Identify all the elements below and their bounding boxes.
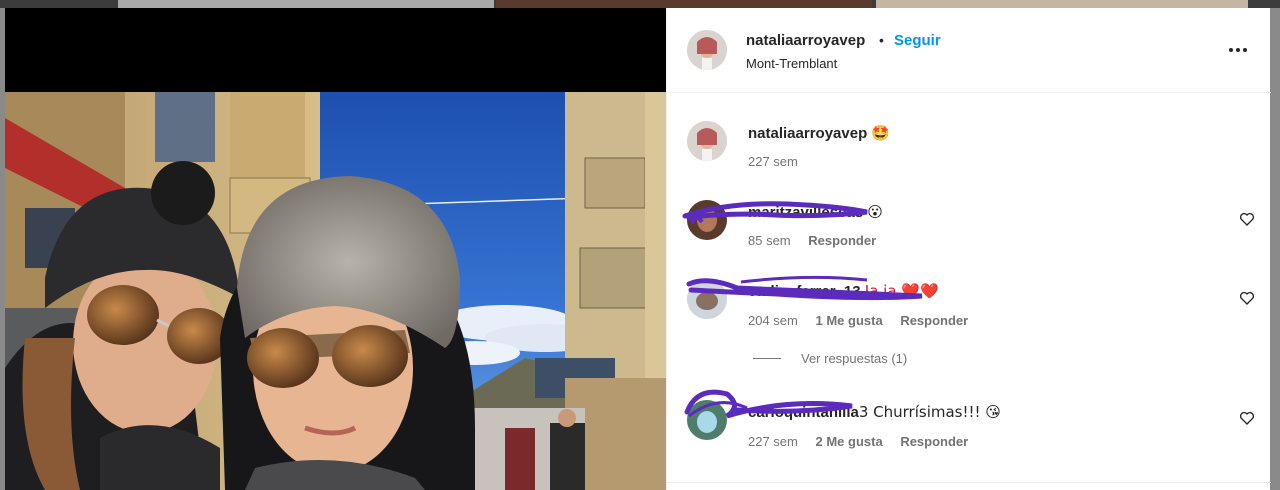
- reply-button[interactable]: Responder: [900, 434, 968, 449]
- comment-body: Ja ja ❤️❤️: [864, 282, 939, 300]
- author-avatar[interactable]: [687, 30, 727, 70]
- caption-time[interactable]: 227 sem: [748, 154, 798, 169]
- like-heart-icon[interactable]: [1239, 290, 1255, 306]
- comment-avatar[interactable]: [687, 400, 727, 440]
- likes-count[interactable]: 1 Me gusta: [816, 313, 883, 328]
- backdrop-thumb: [496, 0, 872, 8]
- comment-text: carloquintanilla3 Churrísimas!!! 😘: [748, 403, 1001, 421]
- backdrop-thumb: [876, 0, 1248, 8]
- view-replies-button[interactable]: Ver respuestas (1): [753, 351, 907, 366]
- separator-dot: •: [879, 32, 884, 48]
- like-heart-icon[interactable]: [1239, 211, 1255, 227]
- comment-text: carlinaferrer_13 Ja ja ❤️❤️: [748, 282, 939, 300]
- post-photo-illustration: [5, 8, 666, 490]
- caption-body: 🤩: [871, 124, 891, 142]
- panel-footer-divider: [667, 482, 1271, 483]
- caption-text: nataliaarroyavep 🤩: [748, 124, 890, 142]
- comment-time[interactable]: 204 sem: [748, 313, 798, 328]
- post-photo: [5, 8, 666, 490]
- comment-avatar[interactable]: [687, 200, 727, 240]
- comment-username[interactable]: maritzavillescas: [748, 204, 863, 221]
- view-replies-label: Ver respuestas (1): [801, 351, 908, 366]
- replies-divider: [753, 358, 781, 359]
- comments-panel: nataliaarroyavep • Seguir Mont-Tremblant: [666, 8, 1271, 490]
- comment-text: maritzavillescas 😮: [748, 203, 883, 221]
- comment-time[interactable]: 227 sem: [748, 434, 798, 449]
- likes-count[interactable]: 2 Me gusta: [816, 434, 883, 449]
- reply-button[interactable]: Responder: [808, 233, 876, 248]
- comment-meta: 227 sem 2 Me gusta Responder: [748, 434, 982, 449]
- caption-username[interactable]: nataliaarroyavep: [748, 125, 867, 142]
- comment-time[interactable]: 85 sem: [748, 233, 791, 248]
- like-heart-icon[interactable]: [1239, 410, 1255, 426]
- comment-avatar[interactable]: [687, 279, 727, 319]
- backdrop-right: [1270, 8, 1280, 490]
- comment-body: 😮: [867, 203, 883, 221]
- author-username[interactable]: nataliaarroyavep: [746, 32, 865, 49]
- post-modal: nataliaarroyavep • Seguir Mont-Tremblant: [5, 8, 1271, 490]
- caption-avatar[interactable]: [687, 121, 727, 161]
- comment-username[interactable]: carlinaferrer_13: [748, 283, 861, 300]
- avatar-image: [687, 30, 727, 70]
- comment-username[interactable]: carloquintanilla: [748, 404, 859, 421]
- post-location[interactable]: Mont-Tremblant: [746, 56, 837, 71]
- comment-body: 3 Churrísimas!!! 😘: [858, 403, 1001, 421]
- backdrop-top-strip: [0, 0, 1280, 8]
- backdrop-thumb: [118, 0, 494, 8]
- avatar-image: [687, 279, 727, 319]
- more-options-icon[interactable]: [1223, 38, 1253, 62]
- comment-meta: 85 sem Responder: [748, 233, 890, 248]
- comment-meta: 204 sem 1 Me gusta Responder: [748, 313, 982, 328]
- avatar-image: [687, 200, 727, 240]
- follow-button[interactable]: Seguir: [894, 32, 941, 49]
- avatar-image: [687, 121, 727, 161]
- caption-meta: 227 sem: [748, 154, 812, 169]
- post-header: nataliaarroyavep • Seguir Mont-Tremblant: [667, 8, 1271, 93]
- reply-button[interactable]: Responder: [900, 313, 968, 328]
- comments-list: nataliaarroyavep 🤩 227 sem maritzavilles…: [667, 94, 1271, 482]
- avatar-image: [687, 400, 727, 440]
